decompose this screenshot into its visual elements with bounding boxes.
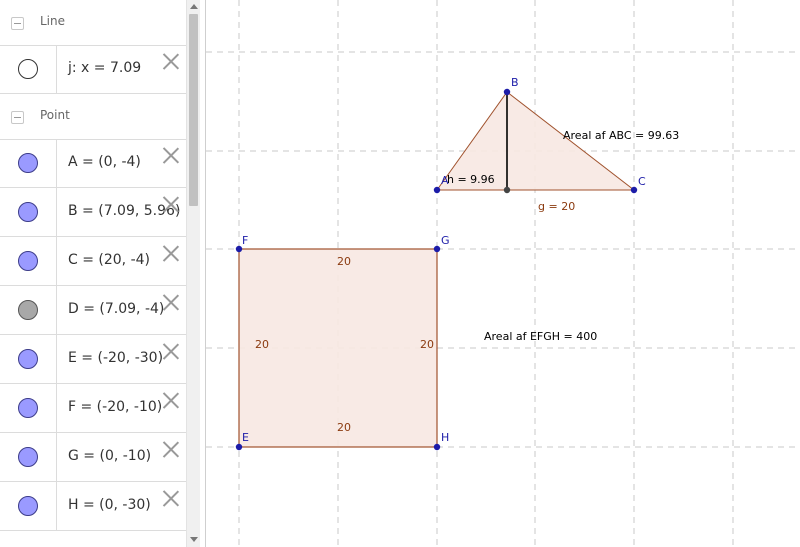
close-icon[interactable] (162, 52, 180, 70)
algebra-item-D[interactable]: D = (7.09, -4) (0, 286, 186, 335)
algebra-item-text[interactable]: C = (20, -4) (68, 252, 150, 268)
collapse-icon[interactable] (11, 17, 24, 30)
graphics-canvas[interactable]: A B C E F G H h = 9.96 g = 20 Areal af A… (206, 0, 800, 547)
algebra-item-text[interactable]: j: x = 7.09 (68, 60, 141, 76)
point-G[interactable] (433, 245, 441, 253)
algebra-item-text[interactable]: F = (-20, -10) (68, 399, 162, 415)
marble-cell (0, 335, 57, 383)
label-point-C: C (638, 175, 646, 188)
visibility-toggle-icon[interactable] (18, 202, 38, 222)
algebra-item-E[interactable]: E = (-20, -30) (0, 335, 186, 384)
algebra-item-H[interactable]: H = (0, -30) (0, 482, 186, 531)
marble-cell (0, 188, 57, 236)
close-icon[interactable] (162, 195, 180, 213)
algebra-item-G[interactable]: G = (0, -10) (0, 433, 186, 482)
close-icon[interactable] (162, 244, 180, 262)
area-efgh-label: Areal af EFGH = 400 (484, 330, 597, 343)
height-label: h = 9.96 (447, 173, 495, 186)
group-label-line: Line (40, 14, 66, 28)
algebra-item-text[interactable]: G = (0, -10) (68, 448, 151, 464)
scroll-down-icon[interactable] (190, 537, 198, 542)
algebra-scrollbar[interactable] (186, 0, 200, 547)
visibility-toggle-icon[interactable] (18, 496, 38, 516)
algebra-item-A[interactable]: A = (0, -4) (0, 139, 186, 188)
label-point-H: H (441, 431, 449, 444)
visibility-toggle-icon[interactable] (18, 398, 38, 418)
close-icon[interactable] (162, 342, 180, 360)
close-icon[interactable] (162, 489, 180, 507)
marble-cell (0, 482, 57, 530)
base-label: g = 20 (538, 200, 575, 213)
side-label-right: 20 (420, 338, 434, 351)
label-point-G: G (441, 234, 450, 247)
close-icon[interactable] (162, 146, 180, 164)
point-D[interactable] (503, 186, 511, 194)
close-icon[interactable] (162, 391, 180, 409)
algebra-item-F[interactable]: F = (-20, -10) (0, 384, 186, 433)
visibility-toggle-icon[interactable] (18, 447, 38, 467)
algebra-item-text[interactable]: E = (-20, -30) (68, 350, 163, 366)
algebra-item-B[interactable]: B = (7.09, 5.96) (0, 188, 186, 237)
point-A[interactable] (433, 186, 441, 194)
marble-cell (0, 433, 57, 481)
visibility-toggle-icon[interactable] (18, 251, 38, 271)
graphics-view[interactable]: A B C E F G H h = 9.96 g = 20 Areal af A… (206, 0, 800, 547)
algebra-item-text[interactable]: A = (0, -4) (68, 154, 141, 170)
area-abc-label: Areal af ABC = 99.63 (563, 129, 679, 142)
group-header-line[interactable]: Line (0, 0, 186, 46)
label-point-F: F (242, 234, 248, 247)
point-E[interactable] (235, 443, 243, 451)
marble-cell (0, 45, 57, 93)
side-label-bottom: 20 (337, 421, 351, 434)
label-point-B: B (511, 76, 519, 89)
visibility-toggle-icon[interactable] (18, 349, 38, 369)
group-header-point[interactable]: Point (0, 94, 186, 140)
side-label-left: 20 (255, 338, 269, 351)
close-icon[interactable] (162, 440, 180, 458)
collapse-icon[interactable] (11, 111, 24, 124)
visibility-toggle-icon[interactable] (18, 153, 38, 173)
scroll-up-icon[interactable] (190, 4, 198, 9)
visibility-toggle-icon[interactable] (18, 300, 38, 320)
marble-cell (0, 384, 57, 432)
side-label-top: 20 (337, 255, 351, 268)
algebra-view: Line j: x = 7.09 Point A = (0, -4) B = (… (0, 0, 200, 547)
algebra-item-text[interactable]: H = (0, -30) (68, 497, 151, 513)
marble-cell (0, 286, 57, 334)
visibility-toggle-icon[interactable] (18, 59, 38, 79)
scrollbar-thumb[interactable] (189, 14, 198, 206)
group-label-point: Point (40, 108, 70, 122)
point-B[interactable] (503, 88, 511, 96)
label-point-E: E (242, 431, 249, 444)
algebra-item-C[interactable]: C = (20, -4) (0, 237, 186, 286)
point-H[interactable] (433, 443, 441, 451)
algebra-item-j[interactable]: j: x = 7.09 (0, 45, 186, 94)
point-C[interactable] (630, 186, 638, 194)
algebra-item-text[interactable]: D = (7.09, -4) (68, 301, 164, 317)
close-icon[interactable] (162, 293, 180, 311)
marble-cell (0, 139, 57, 187)
marble-cell (0, 237, 57, 285)
